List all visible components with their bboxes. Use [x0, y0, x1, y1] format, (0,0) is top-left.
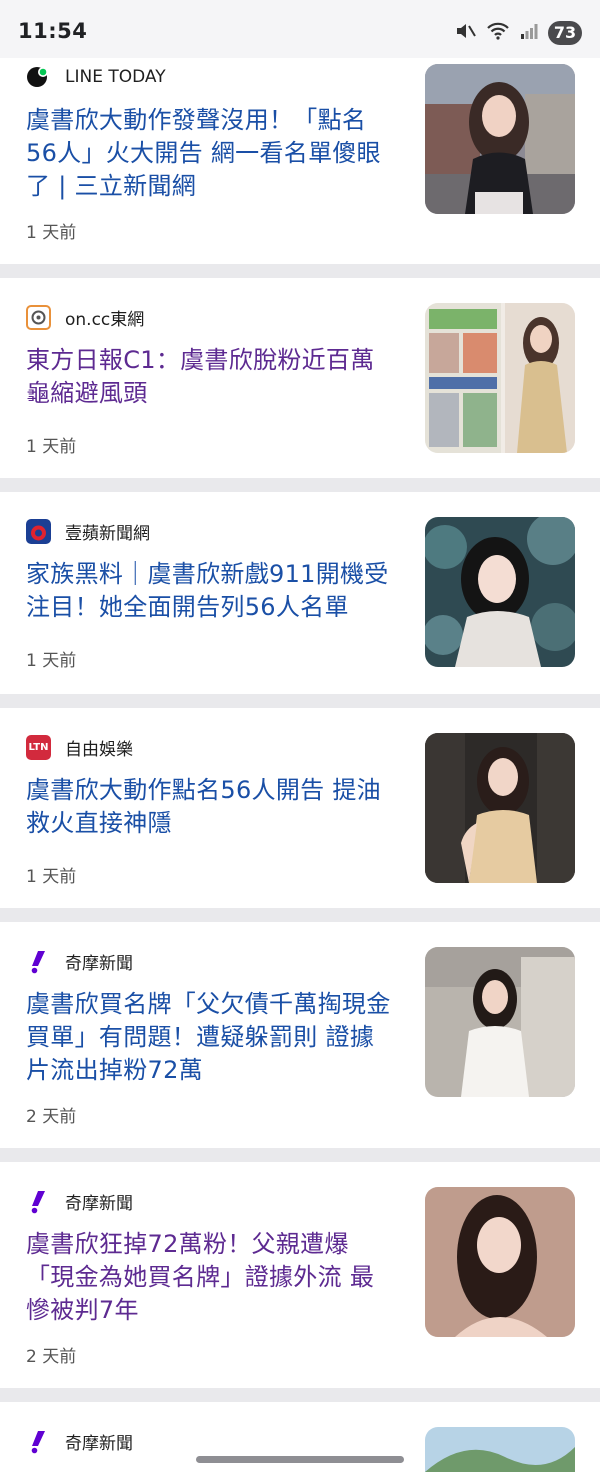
timestamp: 1 天前 — [26, 223, 77, 243]
source-row: 奇摩新聞 — [26, 949, 133, 974]
timestamp: 1 天前 — [26, 651, 77, 671]
news-card[interactable]: LTN 自由娛樂 虞書欣大動作點名56人開告 提油 救火直接神隱 1 天前 — [0, 708, 600, 908]
article-headline[interactable]: 虞書欣買名牌「父欠債千萬掏現金 買單」有問題！遭疑躲罰則 證據 片流出掉粉72萬 — [26, 988, 398, 1087]
article-thumbnail[interactable] — [425, 733, 575, 883]
yahoo-icon — [26, 1429, 51, 1454]
wifi-icon — [486, 21, 510, 45]
source-name: LINE TODAY — [65, 66, 166, 87]
article-thumbnail[interactable] — [425, 64, 575, 214]
nextapple-icon — [26, 519, 51, 544]
article-thumbnail[interactable] — [425, 303, 575, 453]
timestamp: 1 天前 — [26, 437, 77, 457]
oncc-icon — [26, 305, 51, 330]
article-headline[interactable]: 家族黑料｜虞書欣新戲911開機受 注目！她全面開告列56人名單 — [26, 558, 398, 624]
timestamp: 2 天前 — [26, 1347, 77, 1367]
article-headline[interactable]: 虞書欣狂掉72萬粉！父親遭爆 「現金為她買名牌」證據外流 最慘被判7年 — [26, 1228, 398, 1327]
article-thumbnail[interactable] — [425, 517, 575, 667]
article-headline[interactable]: 虞書欣大動作點名56人開告 提油 救火直接神隱 — [26, 774, 398, 840]
article-thumbnail[interactable] — [425, 1187, 575, 1337]
source-row: 奇摩新聞 — [26, 1189, 133, 1214]
article-thumbnail[interactable] — [425, 1427, 575, 1472]
source-row: LINE TODAY — [26, 64, 166, 89]
source-name: 自由娛樂 — [65, 740, 133, 760]
home-indicator[interactable] — [196, 1456, 404, 1463]
article-headline[interactable]: 東方日報C1：虞書欣脫粉近百萬 龜縮避風頭 — [26, 344, 398, 410]
source-name: on.cc東網 — [65, 310, 145, 330]
timestamp: 1 天前 — [26, 867, 77, 887]
source-name: 奇摩新聞 — [65, 1194, 133, 1214]
source-row: 奇摩新聞 — [26, 1429, 133, 1454]
status-icons: 73 — [454, 20, 582, 46]
status-time: 11:54 — [18, 19, 88, 43]
source-name: 壹蘋新聞網 — [65, 524, 150, 544]
mute-icon — [454, 20, 476, 46]
source-row: LTN 自由娛樂 — [26, 735, 133, 760]
news-card[interactable]: LINE TODAY 虞書欣大動作發聲沒用！「點名 56人」火大開告 網一看名單傻… — [0, 58, 600, 264]
battery-indicator: 73 — [548, 21, 582, 45]
news-card[interactable]: 奇摩新聞 虞書欣狂掉72萬粉！父親遭爆 「現金為她買名牌」證據外流 最慘被判7年 … — [0, 1162, 600, 1388]
line-today-icon — [26, 64, 51, 89]
timestamp: 2 天前 — [26, 1107, 77, 1127]
source-name: 奇摩新聞 — [65, 1434, 133, 1454]
signal-icon — [520, 22, 538, 44]
source-row: 壹蘋新聞網 — [26, 519, 150, 544]
news-card[interactable]: 壹蘋新聞網 家族黑料｜虞書欣新戲911開機受 注目！她全面開告列56人名單 1 天… — [0, 492, 600, 694]
status-bar: 11:54 73 — [0, 0, 600, 58]
news-card[interactable]: 奇摩新聞 虞書欣買名牌「父欠債千萬掏現金 買單」有問題！遭疑躲罰則 證據 片流出掉粉… — [0, 922, 600, 1148]
article-headline[interactable]: 虞書欣大動作發聲沒用！「點名 56人」火大開告 網一看名單傻眼了 | 三立新聞網 — [26, 104, 398, 203]
source-name: 奇摩新聞 — [65, 954, 133, 974]
article-thumbnail[interactable] — [425, 947, 575, 1097]
ltn-icon: LTN — [26, 735, 51, 760]
news-card[interactable]: on.cc東網 東方日報C1：虞書欣脫粉近百萬 龜縮避風頭 1 天前 — [0, 278, 600, 478]
source-row: on.cc東網 — [26, 305, 144, 330]
yahoo-icon — [26, 1189, 51, 1214]
yahoo-icon — [26, 949, 51, 974]
